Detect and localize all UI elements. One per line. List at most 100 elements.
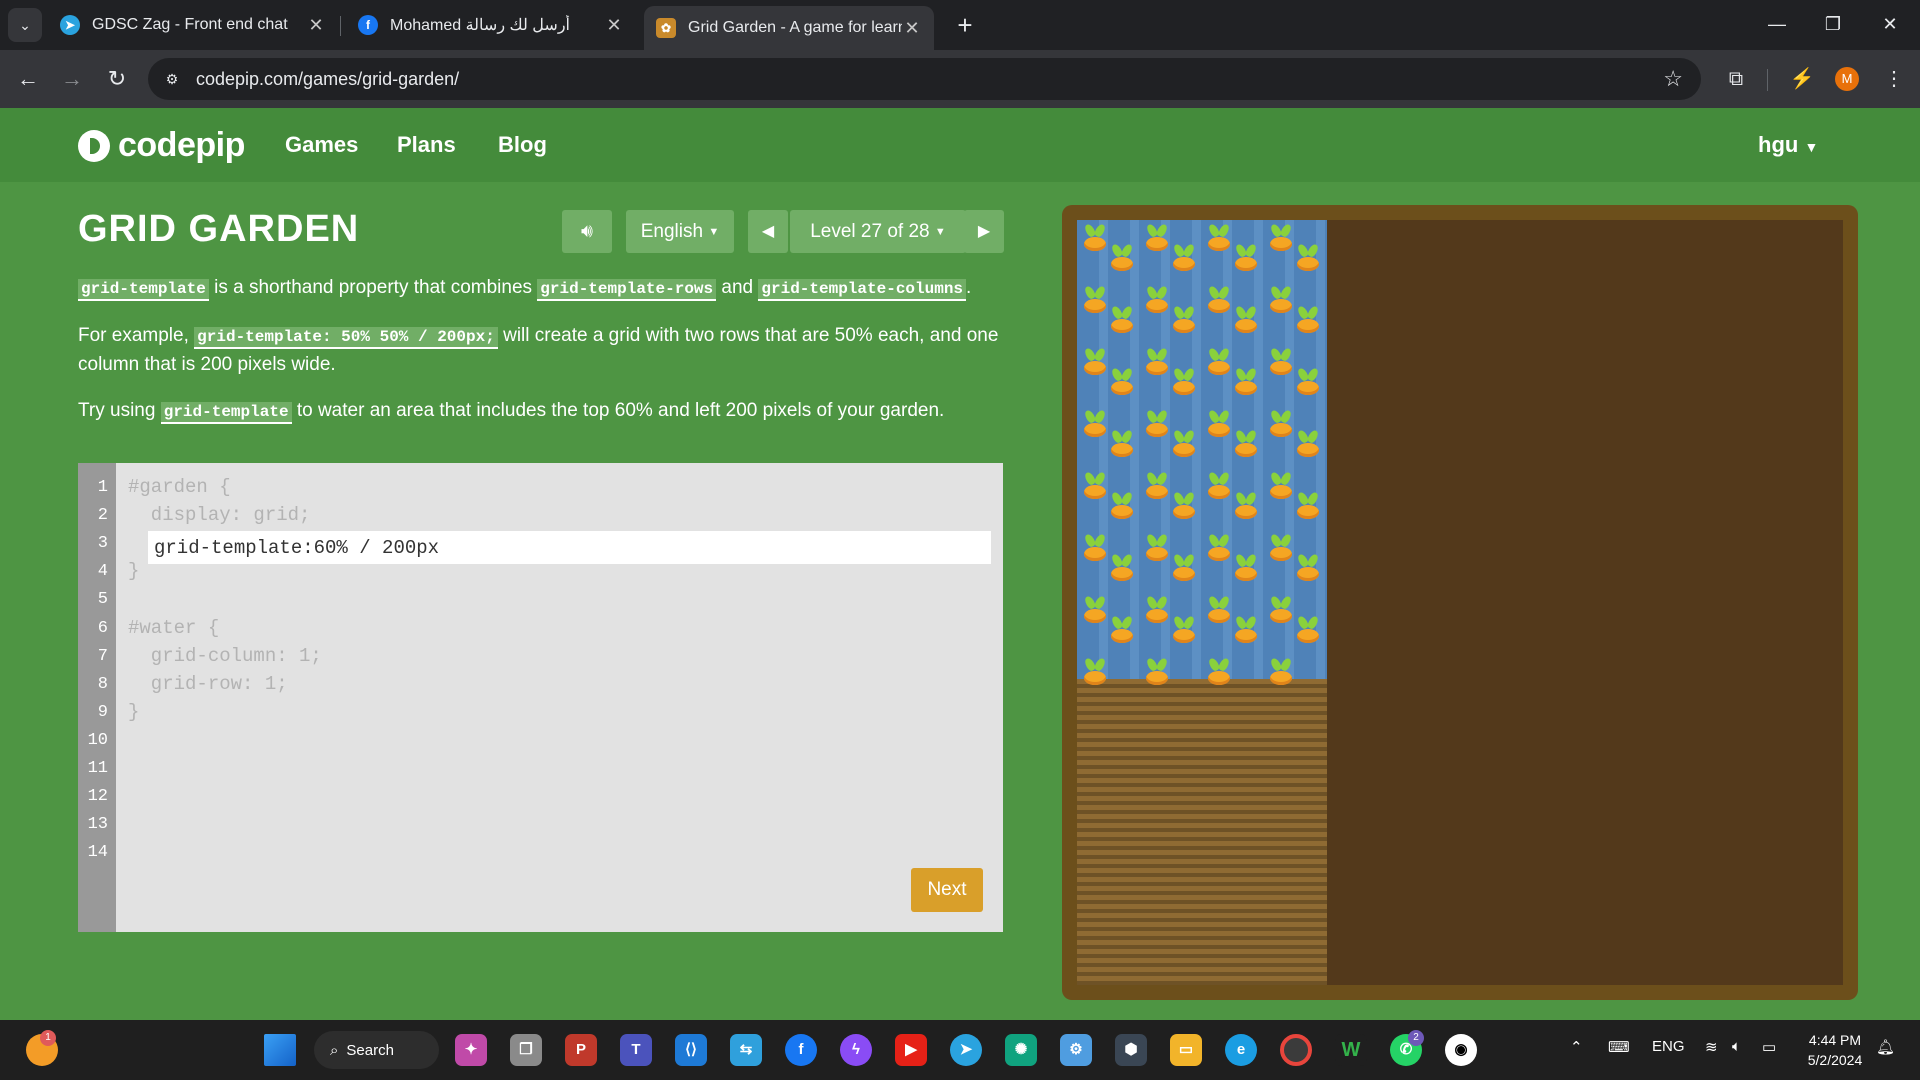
tab-grid-garden[interactable]: ✿ Grid Garden - A game for learni ✕: [644, 6, 934, 50]
copilot-icon[interactable]: ✦: [455, 1034, 487, 1066]
bookmark-star-icon[interactable]: ☆: [1663, 66, 1683, 92]
css-editor: 1 2 3 4 5 6 7 8 9 10 11 12 13 14 #garden…: [78, 463, 1003, 932]
carrot-icon: [1145, 224, 1169, 254]
settings-app-icon[interactable]: ⚙: [1060, 1034, 1092, 1066]
search-icon: ⌕: [330, 1041, 339, 1059]
tab-facebook[interactable]: f Mohamed أرسل لك رسالة ✕: [346, 6, 636, 44]
code-line: #garden {: [128, 476, 231, 498]
carrot-icon: [1207, 224, 1231, 254]
line-number: 14: [87, 843, 108, 862]
chatgpt-icon[interactable]: ✺: [1005, 1034, 1037, 1066]
carrot-icon: [1234, 554, 1258, 584]
line-number: 8: [97, 675, 108, 694]
bell-icon[interactable]: 🔔︎: [1876, 1038, 1895, 1056]
carrot-icon: [1145, 534, 1169, 564]
carrot-icon: [1269, 286, 1293, 316]
reload-button[interactable]: ↻: [101, 63, 133, 95]
logo-text: codepip: [118, 126, 245, 164]
css-code-input[interactable]: [148, 531, 991, 564]
task-view-icon[interactable]: ❐: [510, 1034, 542, 1066]
carrot-icon: [1234, 368, 1258, 398]
webstorm-icon[interactable]: W: [1335, 1034, 1367, 1066]
telegram-icon[interactable]: ➤: [950, 1034, 982, 1066]
devtools-icon[interactable]: ⇆: [730, 1034, 762, 1066]
close-window-button[interactable]: ✕: [1870, 10, 1910, 38]
caret-down-icon: ▼: [708, 225, 720, 238]
youtube-icon[interactable]: ▶: [895, 1034, 927, 1066]
next-level-button[interactable]: ▶: [964, 210, 1004, 253]
carrot-icon: [1207, 596, 1231, 626]
level-select[interactable]: Level 27 of 28 ▼: [790, 210, 966, 253]
chrome-icon[interactable]: [1280, 1034, 1312, 1066]
triangle-left-icon: ◀: [761, 223, 775, 240]
tab-title: GDSC Zag - Front end chat: [92, 16, 288, 33]
line-number: 2: [97, 506, 108, 525]
codepip-logo[interactable]: codepip: [78, 126, 245, 165]
line-number: 13: [87, 815, 108, 834]
forward-button[interactable]: →: [56, 63, 88, 95]
address-bar[interactable]: ⚙ codepip.com/games/grid-garden/ ☆: [148, 58, 1701, 100]
chevron-up-icon[interactable]: ⌃: [1570, 1038, 1583, 1056]
line-number-gutter: 1 2 3 4 5 6 7 8 9 10 11 12 13 14: [78, 463, 116, 932]
next-button[interactable]: Next: [911, 868, 983, 912]
carrot-icon: [1172, 430, 1196, 460]
start-icon[interactable]: [264, 1034, 296, 1066]
vscode-icon[interactable]: ⟨⟩: [675, 1034, 707, 1066]
nav-games[interactable]: Games: [285, 132, 358, 158]
carrot-icon: [1269, 224, 1293, 254]
teams-icon[interactable]: T: [620, 1034, 652, 1066]
battery-icon[interactable]: ▭: [1762, 1038, 1776, 1056]
tab-search-button[interactable]: ⌄: [8, 8, 42, 42]
carrot-icon: [1172, 492, 1196, 522]
close-icon[interactable]: ✕: [902, 18, 922, 39]
close-icon[interactable]: ✕: [604, 15, 624, 36]
messenger-icon[interactable]: ϟ: [840, 1034, 872, 1066]
line-number: 4: [97, 562, 108, 581]
performance-icon[interactable]: ⚡: [1786, 63, 1818, 95]
tab-gdsc[interactable]: ➤ GDSC Zag - Front end chat ✕: [48, 6, 338, 44]
nav-blog[interactable]: Blog: [498, 132, 547, 158]
postman-icon[interactable]: P: [565, 1034, 597, 1066]
extensions-icon[interactable]: ⧉: [1720, 63, 1752, 95]
taskbar-search[interactable]: ⌕ Search: [314, 1031, 439, 1069]
site-info-icon[interactable]: ⚙: [162, 69, 182, 89]
mute-icon[interactable]: 🔈︎: [1732, 1038, 1741, 1055]
menu-icon[interactable]: ⋮: [1878, 63, 1910, 95]
sound-toggle-button[interactable]: 🔊︎: [562, 210, 612, 253]
windows-taskbar: 1 ⌕ Search ✦ ❐ P T ⟨⟩ ⇆ f ϟ ▶ ➤ ✺ ⚙ ⬢ ▭ e…: [0, 1020, 1920, 1080]
instruction-text: Try using: [78, 400, 161, 421]
speaker-icon: 🔊︎: [581, 220, 593, 242]
carrot-icon: [1083, 348, 1107, 378]
language-indicator[interactable]: ENG: [1652, 1038, 1685, 1055]
restore-button[interactable]: ❐: [1813, 10, 1853, 38]
close-icon[interactable]: ✕: [306, 15, 326, 36]
system-clock[interactable]: 4:44 PM 5/2/2024: [1800, 1030, 1870, 1070]
profile-avatar[interactable]: M: [1835, 67, 1859, 91]
file-explorer-icon[interactable]: ▭: [1170, 1034, 1202, 1066]
edge-icon[interactable]: e: [1225, 1034, 1257, 1066]
new-tab-button[interactable]: +: [950, 10, 980, 40]
carrot-icon: [1110, 616, 1134, 646]
virtualbox-icon[interactable]: ⬢: [1115, 1034, 1147, 1066]
garden: [1077, 220, 1843, 985]
facebook-icon[interactable]: f: [785, 1034, 817, 1066]
garden-frame: [1062, 205, 1858, 1000]
url-text[interactable]: codepip.com/games/grid-garden/: [196, 69, 459, 90]
line-number: 11: [87, 759, 108, 778]
user-menu[interactable]: hgu ▼: [1758, 132, 1818, 158]
carrot-icon: [1207, 286, 1231, 316]
carrot-icon: [1269, 534, 1293, 564]
line-number: 12: [87, 787, 108, 806]
grid-garden-icon: ✿: [656, 18, 676, 38]
minimize-button[interactable]: —: [1757, 10, 1797, 38]
code-snippet: grid-template: [160, 402, 292, 424]
keyboard-icon[interactable]: ⌨: [1608, 1038, 1630, 1056]
nav-plans[interactable]: Plans: [397, 132, 456, 158]
language-select[interactable]: English ▼: [626, 210, 734, 253]
github-icon[interactable]: ◉: [1445, 1034, 1477, 1066]
previous-level-button[interactable]: ◀: [748, 210, 788, 253]
notification-badge: 1: [40, 1030, 56, 1046]
carrot-icon: [1083, 658, 1107, 688]
back-button[interactable]: ←: [12, 63, 44, 95]
wifi-icon[interactable]: ≋: [1705, 1038, 1718, 1056]
